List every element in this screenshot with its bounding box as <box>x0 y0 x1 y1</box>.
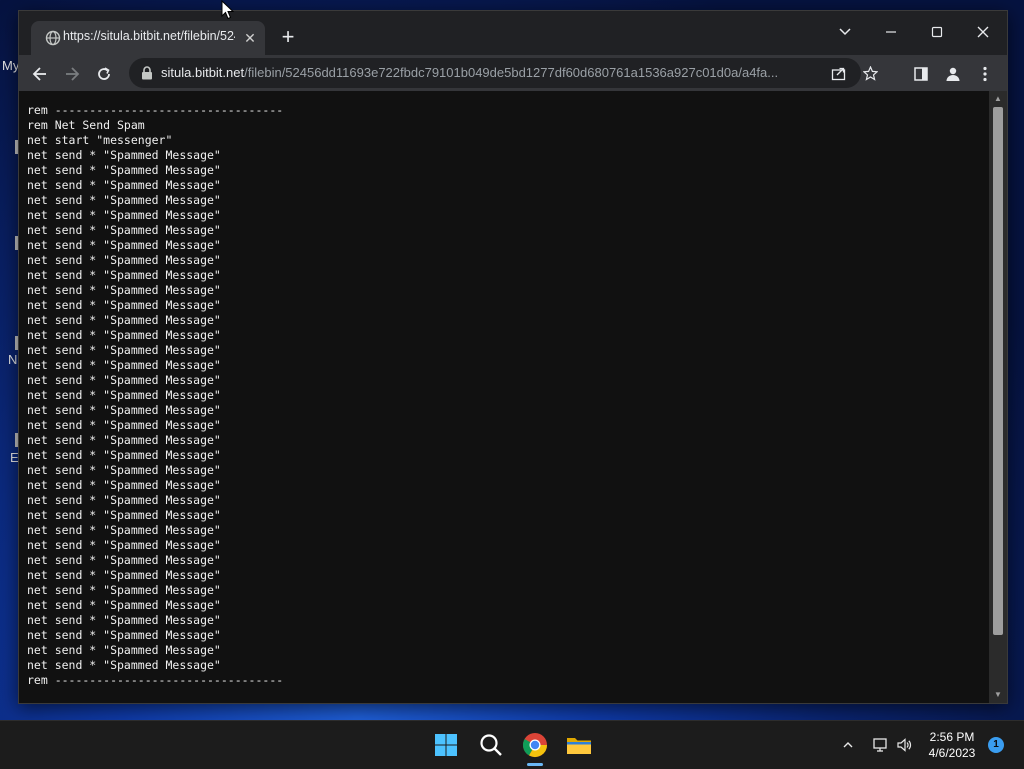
code-line: net send * "Spammed Message" <box>27 148 221 162</box>
plain-text-document: rem --------------------------------- rem… <box>27 103 283 688</box>
code-line: net send * "Spammed Message" <box>27 373 221 387</box>
mouse-cursor-icon <box>221 0 235 20</box>
code-line: net send * "Spammed Message" <box>27 418 221 432</box>
code-line: net send * "Spammed Message" <box>27 583 221 597</box>
code-line: net send * "Spammed Message" <box>27 328 221 342</box>
code-line: net send * "Spammed Message" <box>27 388 221 402</box>
file-explorer-icon[interactable] <box>563 729 595 761</box>
desktop-icon-label[interactable]: My <box>2 58 19 73</box>
code-line: net send * "Spammed Message" <box>27 238 221 252</box>
code-line: net start "messenger" <box>27 133 173 147</box>
code-line: net send * "Spammed Message" <box>27 523 221 537</box>
code-line: net send * "Spammed Message" <box>27 448 221 462</box>
lock-icon[interactable] <box>141 66 153 80</box>
taskbar: 2:56 PM 4/6/2023 1 <box>0 720 1024 769</box>
search-icon[interactable] <box>475 729 507 761</box>
active-app-indicator <box>527 763 543 766</box>
code-line: net send * "Spammed Message" <box>27 433 221 447</box>
browser-toolbar: situla.bitbit.net/filebin/52456dd11693e7… <box>19 55 1007 91</box>
code-line: net send * "Spammed Message" <box>27 208 221 222</box>
address-bar[interactable]: situla.bitbit.net/filebin/52456dd11693e7… <box>129 58 878 88</box>
browser-tab[interactable]: https://situla.bitbit.net/filebin/52456d… <box>31 21 265 55</box>
windows-start-icon[interactable] <box>430 729 462 761</box>
tab-strip: https://situla.bitbit.net/filebin/52456d… <box>19 11 1007 55</box>
code-line: net send * "Spammed Message" <box>27 553 221 567</box>
code-line: net send * "Spammed Message" <box>27 463 221 477</box>
reload-icon[interactable] <box>91 60 117 86</box>
code-line: net send * "Spammed Message" <box>27 283 221 297</box>
code-line: net send * "Spammed Message" <box>27 178 221 192</box>
code-line: net send * "Spammed Message" <box>27 613 221 627</box>
volume-icon[interactable] <box>893 733 915 755</box>
browser-window: https://situla.bitbit.net/filebin/52456d… <box>18 10 1008 704</box>
notification-badge[interactable]: 1 <box>988 737 1004 753</box>
code-line: net send * "Spammed Message" <box>27 493 221 507</box>
code-line: rem --------------------------------- <box>27 103 284 117</box>
star-icon[interactable] <box>859 62 881 84</box>
back-arrow-icon[interactable] <box>27 60 53 86</box>
profile-icon[interactable] <box>940 60 966 86</box>
vertical-scrollbar[interactable]: ▲ ▼ <box>989 91 1007 703</box>
tab-title: https://situla.bitbit.net/filebin/52456d… <box>63 29 235 43</box>
code-line: net send * "Spammed Message" <box>27 658 221 672</box>
forward-arrow-icon[interactable] <box>59 60 85 86</box>
code-line: net send * "Spammed Message" <box>27 343 221 357</box>
globe-icon <box>45 30 61 46</box>
close-icon[interactable]: ✕ <box>241 29 259 47</box>
chrome-icon[interactable] <box>519 729 551 761</box>
minimize-icon[interactable] <box>869 17 913 45</box>
clock-time: 2:56 PM <box>929 730 975 744</box>
code-line: net send * "Spammed Message" <box>27 223 221 237</box>
sidebar-icon[interactable] <box>908 60 934 86</box>
share-icon[interactable] <box>827 62 849 84</box>
url-host: situla.bitbit.net <box>161 65 245 80</box>
code-line: net send * "Spammed Message" <box>27 643 221 657</box>
page-content: rem --------------------------------- rem… <box>19 91 989 703</box>
desktop-icon-label[interactable]: N <box>8 352 17 367</box>
code-line: net send * "Spammed Message" <box>27 358 221 372</box>
chevron-down-icon[interactable] <box>823 17 867 45</box>
system-clock[interactable]: 2:56 PM 4/6/2023 <box>920 729 984 761</box>
clock-date: 4/6/2023 <box>928 746 976 760</box>
code-line: net send * "Spammed Message" <box>27 253 221 267</box>
code-line: rem Net Send Spam <box>27 118 145 132</box>
maximize-icon[interactable] <box>915 17 959 45</box>
code-line: net send * "Spammed Message" <box>27 298 221 312</box>
code-line: rem --------------------------------- <box>27 673 284 687</box>
code-line: net send * "Spammed Message" <box>27 268 221 282</box>
network-icon[interactable] <box>869 733 891 755</box>
code-line: net send * "Spammed Message" <box>27 403 221 417</box>
code-line: net send * "Spammed Message" <box>27 508 221 522</box>
code-line: net send * "Spammed Message" <box>27 538 221 552</box>
code-line: net send * "Spammed Message" <box>27 478 221 492</box>
close-icon[interactable] <box>961 17 1005 45</box>
scroll-up-icon[interactable]: ▲ <box>989 92 1007 106</box>
scroll-down-icon[interactable]: ▼ <box>989 688 1007 702</box>
code-line: net send * "Spammed Message" <box>27 568 221 582</box>
code-line: net send * "Spammed Message" <box>27 628 221 642</box>
menu-icon[interactable] <box>972 60 998 86</box>
code-line: net send * "Spammed Message" <box>27 193 221 207</box>
new-tab-button[interactable]: + <box>275 25 301 51</box>
code-line: net send * "Spammed Message" <box>27 598 221 612</box>
code-line: net send * "Spammed Message" <box>27 313 221 327</box>
url-path: /filebin/52456dd11693e722fbdc79101b049de… <box>244 65 779 80</box>
url-text: situla.bitbit.net/filebin/52456dd11693e7… <box>161 65 801 83</box>
scrollbar-thumb[interactable] <box>993 107 1003 635</box>
code-line: net send * "Spammed Message" <box>27 163 221 177</box>
chevron-up-icon[interactable] <box>837 733 859 755</box>
